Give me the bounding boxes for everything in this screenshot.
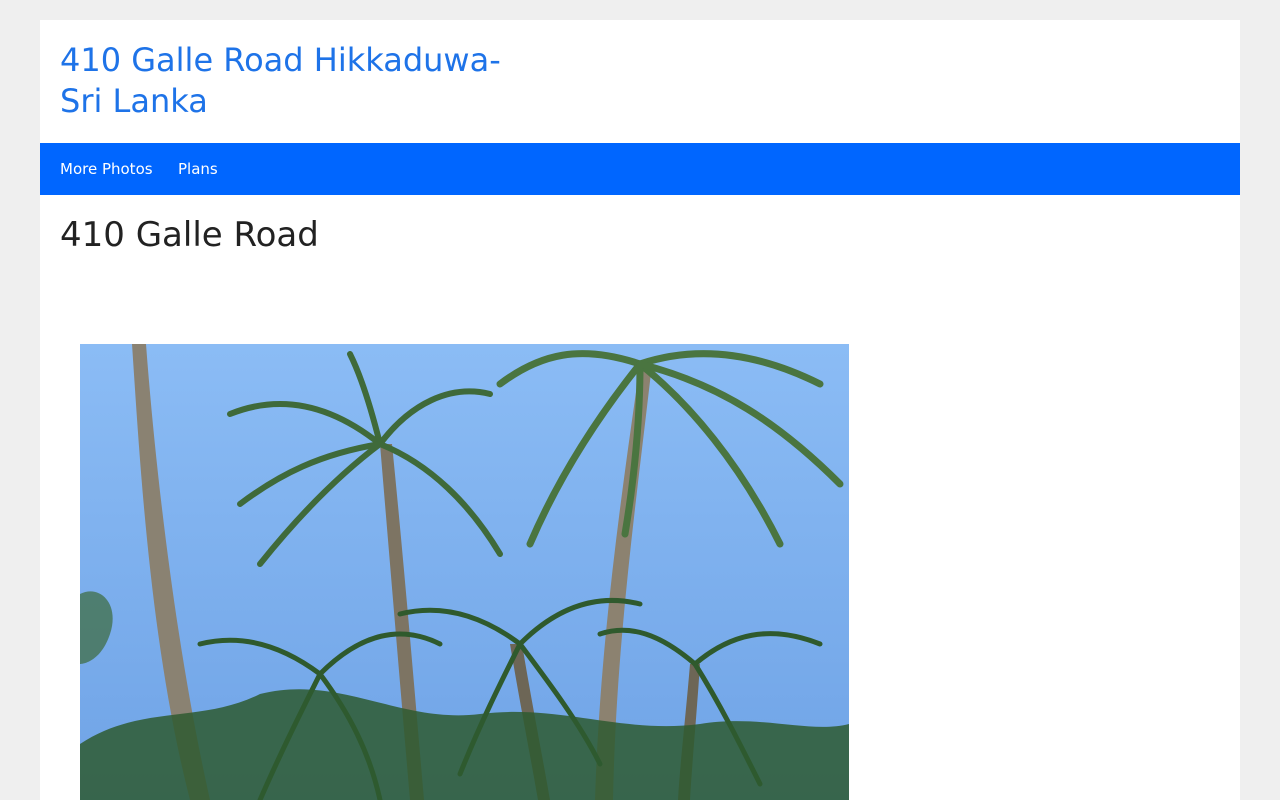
site-header: 410 Galle Road Hikkaduwa-Sri Lanka [40,20,1240,143]
site-title-link[interactable]: 410 Galle Road Hikkaduwa-Sri Lanka [60,40,540,122]
palm-trees-photo [80,344,849,800]
nav-item-more-photos[interactable]: More Photos [60,143,153,195]
page-title: 410 Galle Road [60,215,319,255]
palm-trees-illustration [80,344,849,800]
nav-item-plans[interactable]: Plans [178,143,218,195]
page-container: 410 Galle Road Hikkaduwa-Sri Lanka More … [40,20,1240,800]
main-navigation: More Photos Plans [40,143,1240,195]
